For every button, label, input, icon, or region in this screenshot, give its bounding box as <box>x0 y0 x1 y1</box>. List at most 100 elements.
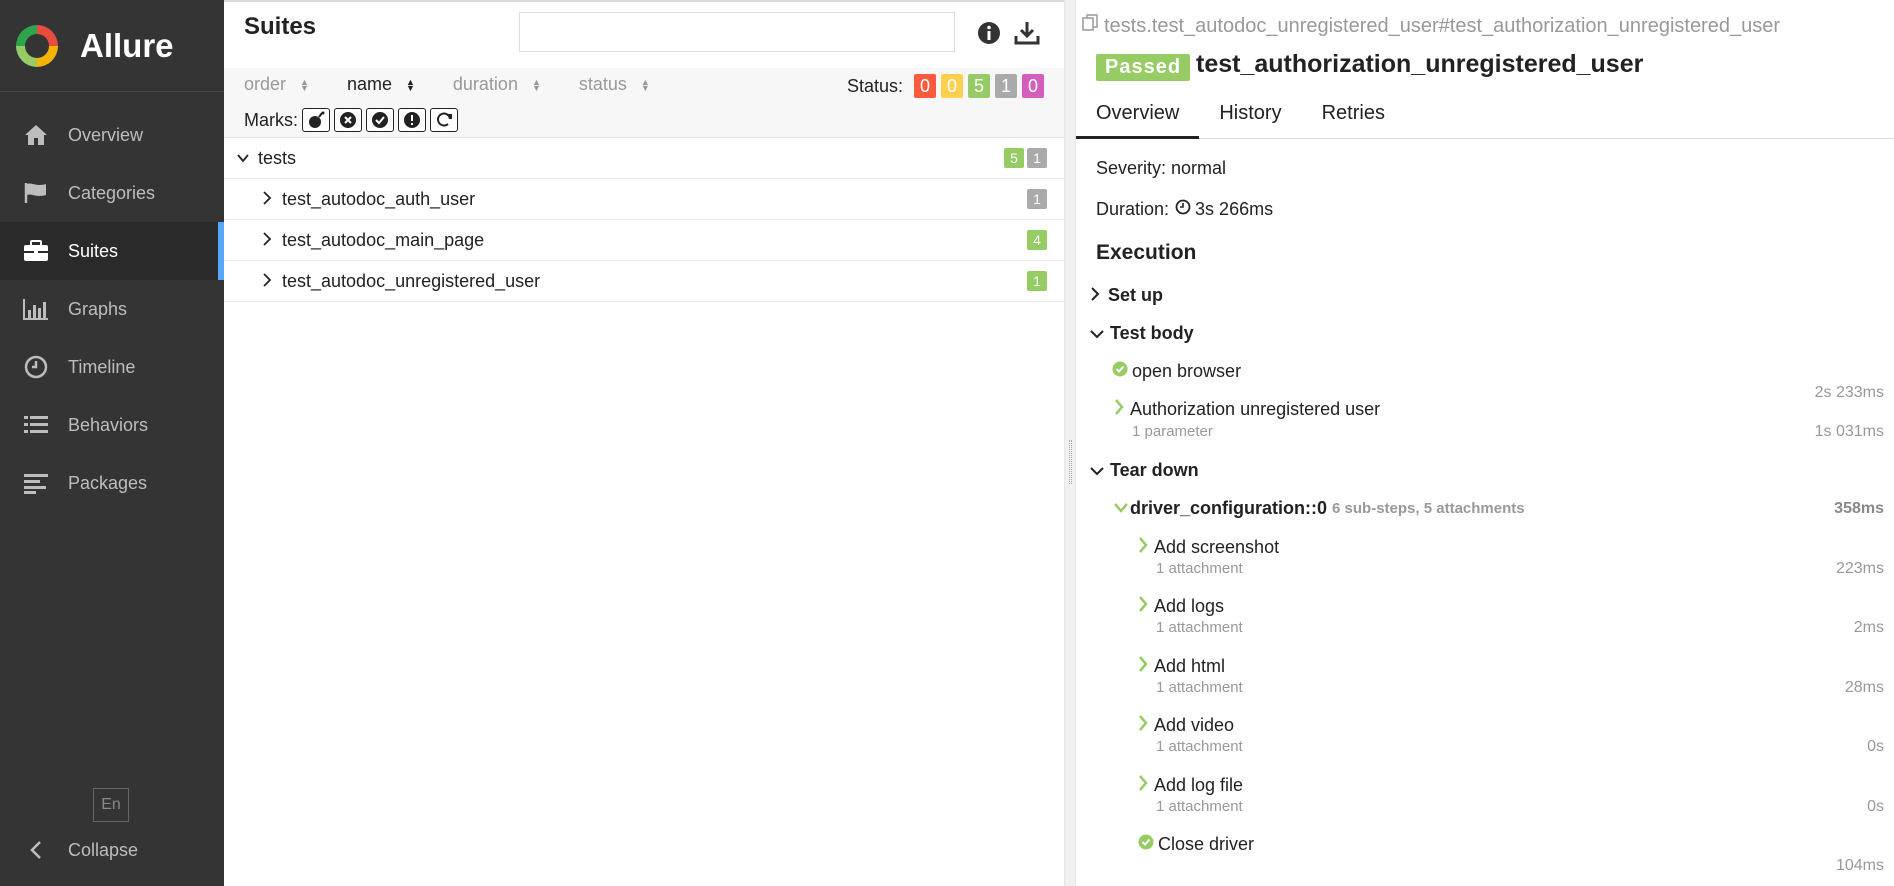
tree-item-test-autodoc-main-page[interactable]: test_autodoc_main_page 4 <box>224 220 1064 261</box>
status-filter: Status: 0 0 5 1 0 <box>847 74 1044 98</box>
info-icon[interactable] <box>976 20 1002 46</box>
marks-label: Marks: <box>244 109 298 130</box>
setup-label: Set up <box>1108 285 1164 305</box>
sidebar-nav: Overview Categories Suites Graphs Timeli… <box>0 106 224 512</box>
sidebar-item-label: Overview <box>68 124 144 145</box>
test-detail-pane: tests.test_autodoc_unregistered_user#tes… <box>1076 0 1894 886</box>
exclamation-circle-icon <box>404 112 420 128</box>
sort-status[interactable]: status ▲ ▼ <box>579 74 650 95</box>
status-broken-toggle[interactable]: 0 <box>941 74 963 98</box>
substep-add-logs[interactable]: Add logs <box>1138 596 1224 617</box>
tree-group-tests[interactable]: tests 5 1 <box>224 138 1064 179</box>
status-unknown-toggle[interactable]: 0 <box>1022 74 1044 98</box>
sidebar-item-overview[interactable]: Overview <box>0 106 224 164</box>
fixture-driver-configuration[interactable]: driver_configuration::0 6 sub-steps, 5 a… <box>1114 498 1525 519</box>
sort-arrows-icon: ▲ ▼ <box>531 76 541 93</box>
refresh-icon <box>437 112 452 127</box>
substep-attachments: 1 attachment <box>1156 798 1243 815</box>
sort-controls: order ▲ ▼ name ▲ ▼ duration ▲ ▼ status ▲ ▼ <box>244 74 688 95</box>
sidebar-item-label: Suites <box>68 240 119 261</box>
substep-label: Add logs <box>1154 596 1225 616</box>
setup-section[interactable]: Set up <box>1090 285 1163 306</box>
sidebar: Allure Overview Categories Suites Graphs… <box>0 0 224 886</box>
step-open-browser[interactable]: open browser <box>1112 361 1241 382</box>
sort-name[interactable]: name ▲ ▼ <box>347 74 415 95</box>
tree-item-test-autodoc-unregistered-user[interactable]: test_autodoc_unregistered_user 1 <box>224 261 1064 302</box>
test-body-label: Test body <box>1110 323 1194 343</box>
search-input[interactable] <box>519 12 955 52</box>
bar-chart-icon <box>22 297 50 321</box>
step-label: open browser <box>1132 361 1242 381</box>
collapse-button[interactable]: Collapse <box>22 838 138 862</box>
allure-logo-icon <box>16 24 58 67</box>
status-skipped-toggle[interactable]: 1 <box>995 74 1017 98</box>
sort-duration[interactable]: duration ▲ ▼ <box>453 74 541 95</box>
substep-label: Add html <box>1154 656 1226 676</box>
step-authorization[interactable]: Authorization unregistered user <box>1114 399 1380 420</box>
list-icon <box>22 413 50 437</box>
tab-retries[interactable]: Retries <box>1302 94 1405 139</box>
chevron-right-icon <box>1138 537 1148 558</box>
teardown-section[interactable]: Tear down <box>1090 460 1199 481</box>
new-failed-mark-button[interactable] <box>334 108 362 132</box>
chevron-right-icon <box>1114 399 1124 420</box>
tree-group-label: tests <box>258 147 297 168</box>
pane-splitter[interactable] <box>1064 0 1076 886</box>
substep-add-video[interactable]: Add video <box>1138 715 1234 736</box>
sidebar-item-behaviors[interactable]: Behaviors <box>0 396 224 454</box>
test-body-section[interactable]: Test body <box>1090 323 1194 344</box>
sort-order[interactable]: order ▲ ▼ <box>244 74 309 95</box>
status-passed-toggle[interactable]: 5 <box>968 74 990 98</box>
substep-attachments: 1 attachment <box>1156 679 1243 696</box>
status-failed-toggle[interactable]: 0 <box>914 74 936 98</box>
suites-tree: tests 5 1 test_autodoc_auth_user 1 test_… <box>224 138 1064 302</box>
count-badge: 4 <box>1027 230 1047 250</box>
sidebar-item-suites[interactable]: Suites <box>0 222 224 280</box>
suites-header: Suites <box>224 2 1064 68</box>
duration: Duration: 3s 266ms <box>1096 199 1273 220</box>
skipped-count-badge: 1 <box>1027 148 1047 168</box>
sort-label: status <box>578 74 627 94</box>
duration-value: 3s 266ms <box>1195 199 1274 219</box>
substep-add-html[interactable]: Add html <box>1138 656 1225 677</box>
sidebar-item-label: Packages <box>68 472 148 493</box>
fixture-duration: 358ms <box>1834 500 1884 517</box>
substep-close-driver[interactable]: Close driver <box>1138 834 1254 855</box>
app-logo[interactable]: Allure <box>0 0 224 92</box>
test-full-path[interactable]: tests.test_autodoc_unregistered_user#tes… <box>1082 14 1780 38</box>
new-passed-mark-button[interactable] <box>366 108 394 132</box>
download-icon[interactable] <box>1014 20 1040 46</box>
new-broken-mark-button[interactable] <box>398 108 426 132</box>
step-duration: 1s 031ms <box>1814 423 1884 440</box>
flaky-mark-button[interactable] <box>302 108 330 132</box>
substep-duration: 0s <box>1867 798 1884 815</box>
splitter-grip[interactable] <box>1069 440 1072 484</box>
sidebar-item-graphs[interactable]: Graphs <box>0 280 224 338</box>
tree-item-label: test_autodoc_main_page <box>282 229 485 250</box>
sidebar-item-label: Categories <box>68 182 156 203</box>
tree-item-test-autodoc-auth-user[interactable]: test_autodoc_auth_user 1 <box>224 179 1064 220</box>
chevron-down-icon <box>236 148 250 169</box>
tab-history[interactable]: History <box>1199 94 1301 139</box>
language-switch-button[interactable]: En <box>93 788 129 822</box>
substep-add-log-file[interactable]: Add log file <box>1138 775 1243 796</box>
retries-mark-button[interactable] <box>430 108 458 132</box>
fixture-label: driver_configuration::0 <box>1130 498 1328 518</box>
align-left-icon <box>22 471 50 495</box>
tree-item-label: test_autodoc_auth_user <box>282 188 476 209</box>
sidebar-item-packages[interactable]: Packages <box>0 454 224 512</box>
substep-label: Close driver <box>1158 834 1255 854</box>
home-icon <box>22 123 50 147</box>
sidebar-item-timeline[interactable]: Timeline <box>0 338 224 396</box>
fixture-meta: 6 sub-steps, 5 attachments <box>1332 500 1525 517</box>
tab-overview[interactable]: Overview <box>1076 94 1200 139</box>
substep-duration: 0s <box>1867 738 1884 755</box>
sort-label: name <box>346 74 392 94</box>
sidebar-item-label: Behaviors <box>68 414 149 435</box>
copy-icon[interactable] <box>1082 14 1100 38</box>
sidebar-item-categories[interactable]: Categories <box>0 164 224 222</box>
substep-add-screenshot[interactable]: Add screenshot <box>1138 537 1279 558</box>
substep-label: Add screenshot <box>1154 537 1280 557</box>
sort-label: order <box>244 74 287 94</box>
test-title: test_authorization_unregistered_user <box>1196 50 1644 78</box>
